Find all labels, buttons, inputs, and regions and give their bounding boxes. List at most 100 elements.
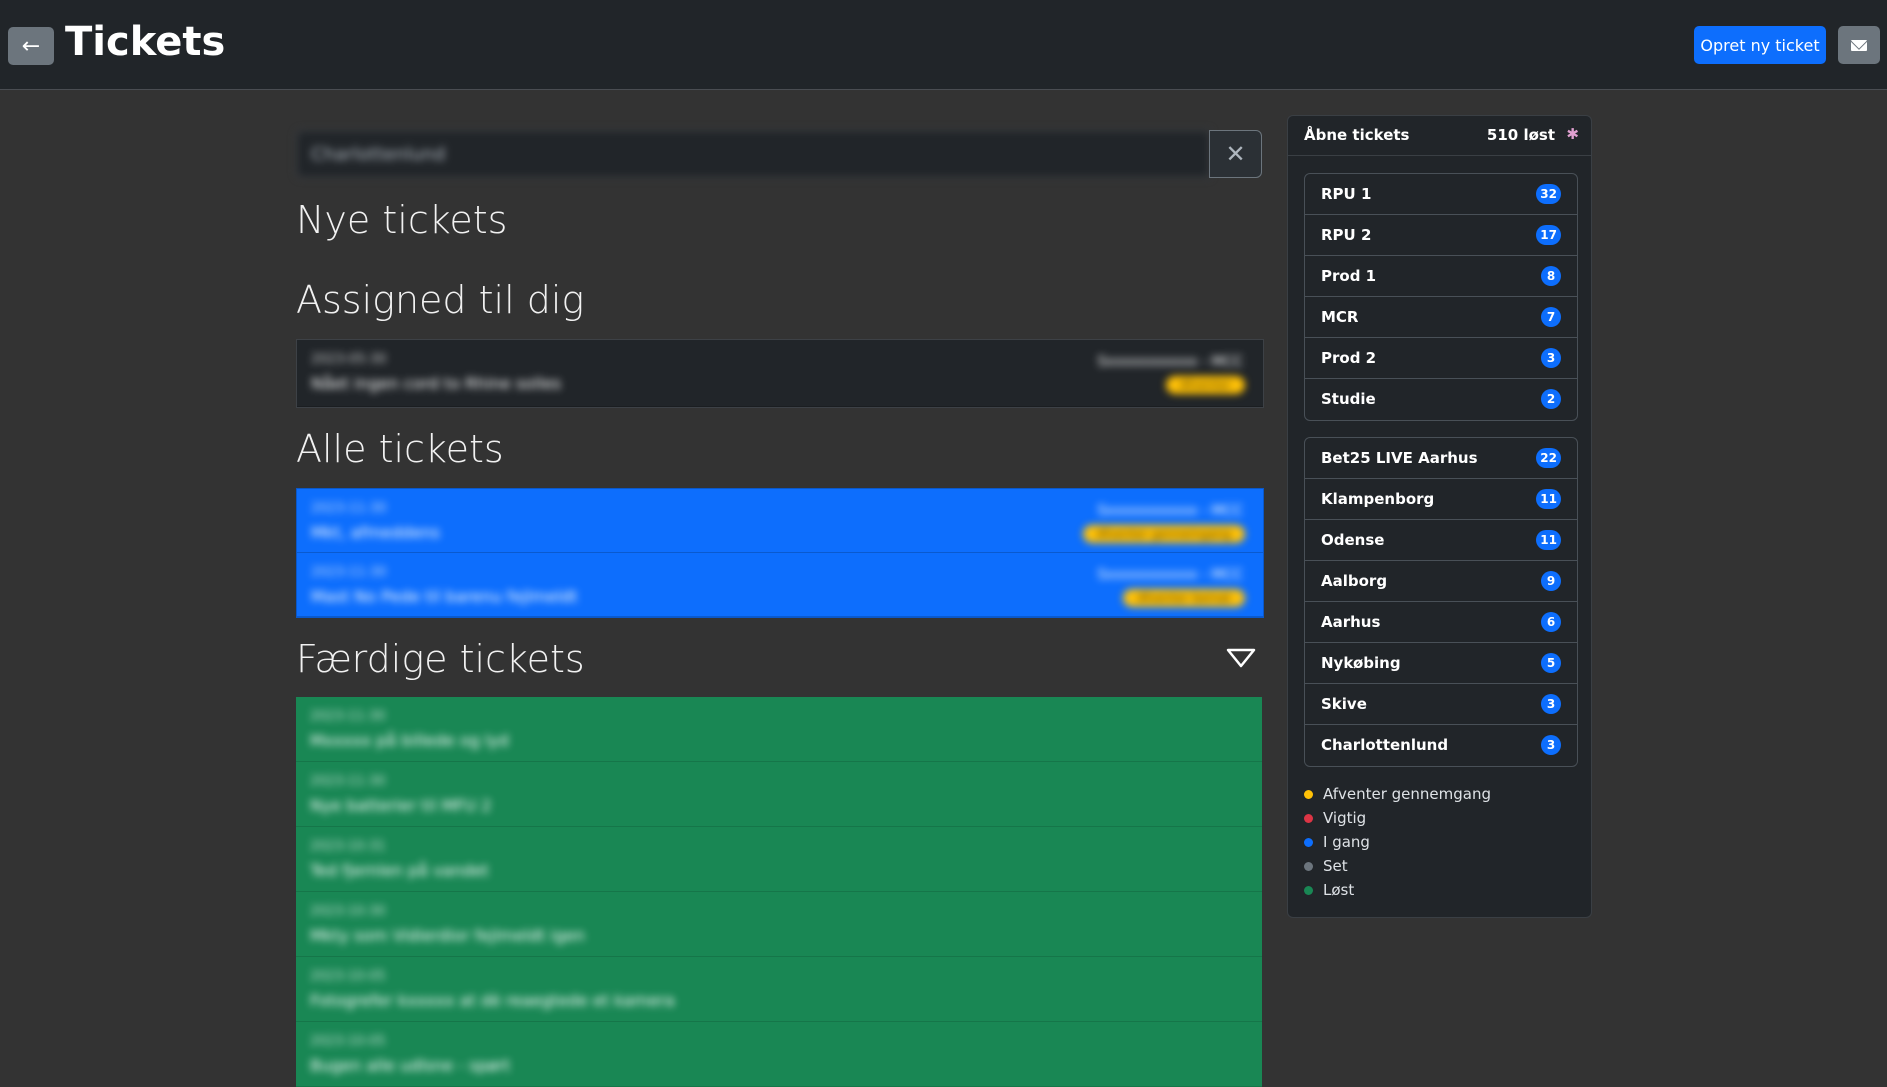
location-label: Aarhus xyxy=(1321,613,1381,631)
location-label: Klampenborg xyxy=(1321,490,1435,508)
location-item-aarhus[interactable]: Aarhus 6 xyxy=(1305,602,1577,643)
ticket-date: 2023-10-05 xyxy=(310,1034,386,1049)
ticket-row[interactable]: 2023-11-30 Mast No Pede til barenu fejlm… xyxy=(297,553,1263,617)
clear-search-button[interactable]: ✕ xyxy=(1209,130,1262,178)
status-legend: Afventer gennemgang Vigtig I gang Set Lø… xyxy=(1304,782,1491,902)
ticket-title: Bugen alle udlsne - spørt xyxy=(310,1056,511,1075)
location-item-nykobing[interactable]: Nykøbing 5 xyxy=(1305,643,1577,684)
ticket-date: 2023-11-30 xyxy=(310,774,386,789)
legend-label: Løst xyxy=(1323,881,1355,899)
mail-button[interactable] xyxy=(1838,26,1880,64)
ticket-user: Sxxxxxxxxxxx - MCC xyxy=(1097,567,1243,583)
location-item-skive[interactable]: Skive 3 xyxy=(1305,684,1577,725)
ticket-row[interactable]: 2023-11-30 Nye batterier til MFU 2 xyxy=(296,762,1262,827)
ticket-date: 2023-05-30 xyxy=(311,352,387,367)
ticket-row[interactable]: 2023-11-30 Mxxxxx på billede og lyd xyxy=(296,697,1262,762)
ticket-date: 2023-10-31 xyxy=(310,839,386,854)
status-badge: Afventer bemat xyxy=(1123,589,1245,607)
legend-dot xyxy=(1304,861,1313,871)
page-title: Tickets xyxy=(65,19,226,65)
back-button[interactable]: ← xyxy=(8,27,54,65)
ticket-date: 2023-11-30 xyxy=(311,565,387,580)
legend-item: Afventer gennemgang xyxy=(1304,782,1491,806)
count-badge: 2 xyxy=(1541,389,1561,409)
search-bar: ✕ xyxy=(296,130,1262,178)
ticket-date: 2023-10-05 xyxy=(310,969,386,984)
count-badge: 17 xyxy=(1536,225,1561,245)
location-label: RPU 1 xyxy=(1321,185,1372,203)
location-label: RPU 2 xyxy=(1321,226,1372,244)
ticket-row[interactable]: 2023-10-05 Fotogrefer kxxxxx at dè reaeg… xyxy=(296,957,1262,1022)
legend-label: Vigtig xyxy=(1323,809,1367,827)
top-navbar: ← Tickets Opret ny ticket xyxy=(0,0,1887,90)
location-label: Aalborg xyxy=(1321,572,1388,590)
done-ticket-list: 2023-11-30 Mxxxxx på billede og lyd 2023… xyxy=(296,697,1262,1087)
ticket-title: Nået ingen cord to Rhine solles xyxy=(311,374,562,393)
location-item-rpu1[interactable]: RPU 1 32 xyxy=(1305,174,1577,215)
ticket-title: Mkty som Vidierdior fejlmeldt igen xyxy=(310,926,585,945)
ticket-user: Sxxxxxxxxxxx - MCC xyxy=(1097,354,1243,370)
count-badge: 8 xyxy=(1541,266,1561,286)
location-label: Studie xyxy=(1321,390,1376,408)
location-item-charlottenlund[interactable]: Charlottenlund 3 xyxy=(1305,725,1577,766)
location-label: Charlottenlund xyxy=(1321,736,1449,754)
location-item-odense[interactable]: Odense 11 xyxy=(1305,520,1577,561)
count-badge: 11 xyxy=(1536,530,1561,550)
legend-dot xyxy=(1304,837,1313,847)
panel-header: Åbne tickets 510 løst ✱ xyxy=(1288,116,1591,156)
location-group: Bet25 LIVE Aarhus 22 Klampenborg 11 Oden… xyxy=(1304,437,1578,767)
ticket-row[interactable]: 2023-10-31 Ted fjernlen på vandet xyxy=(296,827,1262,892)
count-badge: 32 xyxy=(1536,184,1561,204)
ticket-title: Mxxxxx på billede og lyd xyxy=(310,731,509,750)
legend-item: Vigtig xyxy=(1304,806,1491,830)
ticket-title: Fotogrefer kxxxxx at dè reaegtede et kam… xyxy=(310,991,675,1010)
location-item-prod2[interactable]: Prod 2 3 xyxy=(1305,338,1577,379)
location-item-studie[interactable]: Studie 2 xyxy=(1305,379,1577,420)
done-tickets-heading: Færdige tickets xyxy=(296,637,585,681)
location-item-bet25-live-aarhus[interactable]: Bet25 LIVE Aarhus 22 xyxy=(1305,438,1577,479)
new-ticket-button[interactable]: Opret ny ticket xyxy=(1694,26,1826,64)
assigned-ticket-list: 2023-05-30 Nået ingen cord to Rhine soll… xyxy=(296,339,1264,408)
ticket-title: Mast No Pede til barenu fejlmeldt xyxy=(311,587,578,606)
ticket-date: 2023-11-30 xyxy=(310,709,386,724)
collapse-toggle-icon[interactable] xyxy=(1225,646,1257,670)
all-tickets-heading: Alle tickets xyxy=(296,427,504,471)
location-label: Odense xyxy=(1321,531,1385,549)
assigned-tickets-heading: Assigned til dig xyxy=(296,278,585,322)
status-badge: Afventer gennemgang xyxy=(1082,525,1245,543)
search-input[interactable] xyxy=(296,130,1210,178)
panel-title: Åbne tickets xyxy=(1304,126,1410,144)
count-badge: 5 xyxy=(1541,653,1561,673)
ticket-row[interactable]: 2023-10-30 Mkty som Vidierdior fejlmeldt… xyxy=(296,892,1262,957)
count-badge: 3 xyxy=(1541,348,1561,368)
ticket-row[interactable]: 2023-10-05 Bugen alle udlsne - spørt xyxy=(296,1022,1262,1087)
count-badge: 6 xyxy=(1541,612,1561,632)
close-icon: ✕ xyxy=(1225,140,1246,168)
count-badge: 22 xyxy=(1536,448,1561,468)
location-label: Skive xyxy=(1321,695,1367,713)
legend-dot xyxy=(1304,789,1313,799)
ticket-date: 2023-11-30 xyxy=(311,501,387,516)
count-badge: 3 xyxy=(1541,735,1561,755)
location-item-mcr[interactable]: MCR 7 xyxy=(1305,297,1577,338)
ticket-row[interactable]: 2023-05-30 Nået ingen cord to Rhine soll… xyxy=(297,340,1263,407)
legend-label: Afventer gennemgang xyxy=(1323,785,1492,803)
ticket-date: 2023-10-30 xyxy=(310,904,386,919)
count-badge: 11 xyxy=(1536,489,1561,509)
arrow-left-icon: ← xyxy=(21,33,41,59)
location-item-rpu2[interactable]: RPU 2 17 xyxy=(1305,215,1577,256)
legend-dot xyxy=(1304,813,1313,823)
all-ticket-list: 2023-11-30 Mkt, afmeddens Sxxxxxxxxxxx -… xyxy=(296,488,1264,618)
solved-count: 510 løst xyxy=(1486,126,1555,144)
location-label: Nykøbing xyxy=(1321,654,1401,672)
legend-label: Set xyxy=(1323,857,1348,875)
open-tickets-panel: Åbne tickets 510 løst ✱ RPU 1 32 RPU 2 1… xyxy=(1287,115,1592,918)
location-item-prod1[interactable]: Prod 1 8 xyxy=(1305,256,1577,297)
location-label: Bet25 LIVE Aarhus xyxy=(1321,449,1478,467)
location-item-aalborg[interactable]: Aalborg 9 xyxy=(1305,561,1577,602)
ticket-row[interactable]: 2023-11-30 Mkt, afmeddens Sxxxxxxxxxxx -… xyxy=(297,489,1263,553)
location-item-klampenborg[interactable]: Klampenborg 11 xyxy=(1305,479,1577,520)
legend-label: I gang xyxy=(1323,833,1370,851)
count-badge: 3 xyxy=(1541,694,1561,714)
legend-dot xyxy=(1304,885,1313,895)
